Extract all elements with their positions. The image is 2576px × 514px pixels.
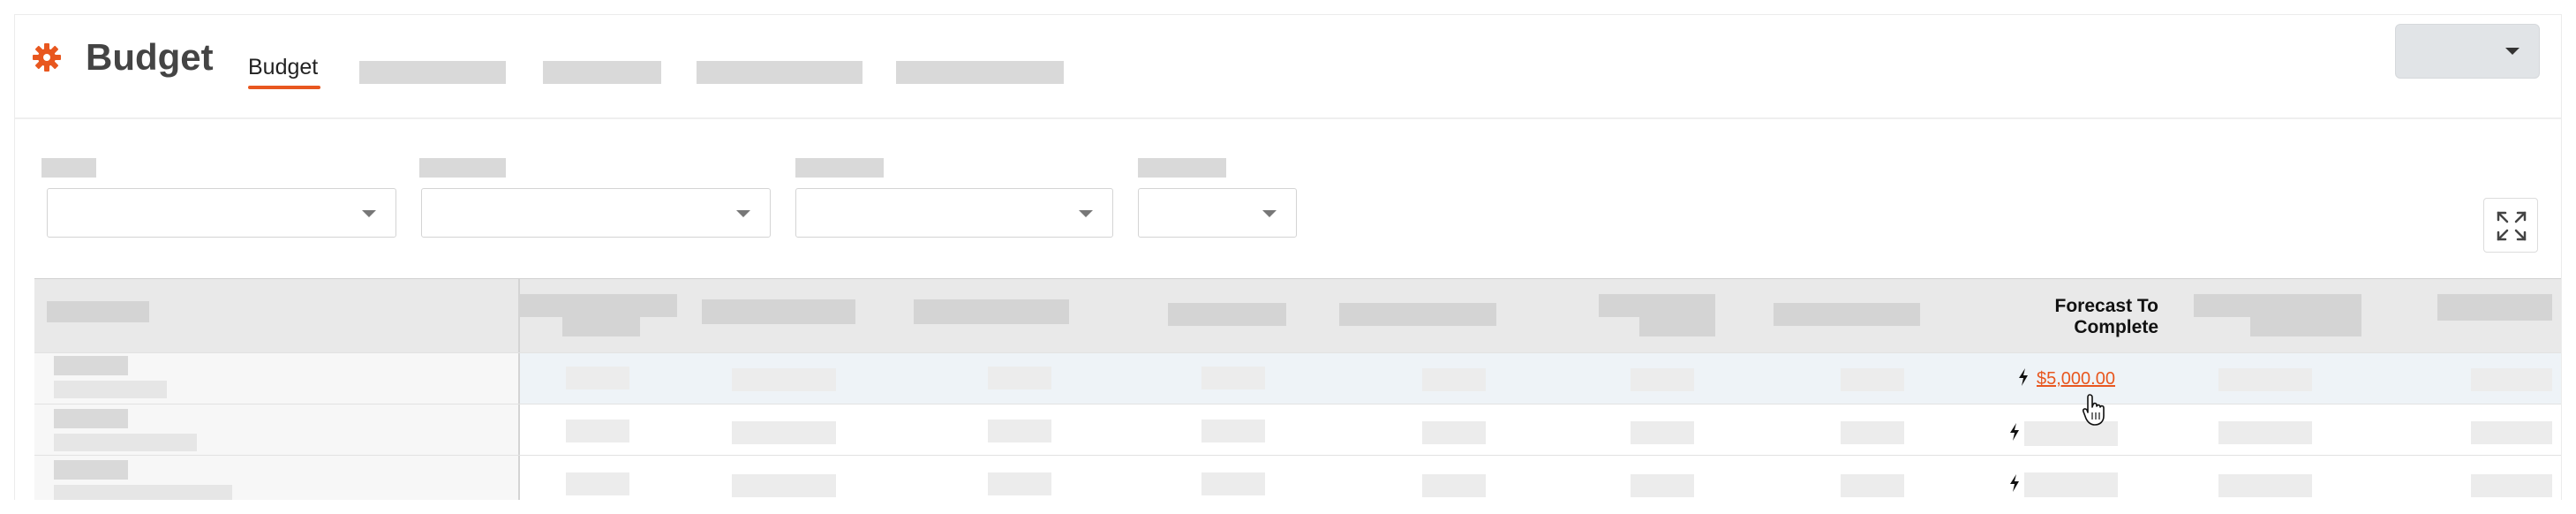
cell-value <box>732 421 836 444</box>
page-title: Budget <box>86 36 214 78</box>
lightning-bolt-icon <box>2010 474 2019 492</box>
filter-label-2 <box>419 158 506 178</box>
column-header-name[interactable] <box>47 301 149 322</box>
chevron-down-icon <box>362 210 376 217</box>
cell-value <box>1841 474 1904 497</box>
filter-select-4[interactable] <box>1138 188 1297 238</box>
filter-label-4 <box>1138 158 1226 178</box>
row-name-text <box>54 460 128 480</box>
column-header-1[interactable] <box>520 294 677 317</box>
cell-value <box>988 420 1051 442</box>
hand-pointer-cursor-icon <box>2083 394 2105 426</box>
cell-value <box>1631 368 1694 391</box>
row-subtext <box>54 434 197 451</box>
forecast-value-link[interactable]: $5,000.00 <box>2037 368 2115 389</box>
cell-value <box>732 474 836 497</box>
cell-value <box>1201 420 1265 442</box>
cell-value <box>2471 421 2552 444</box>
actions-dropdown-button[interactable] <box>2395 24 2540 79</box>
cell-value <box>1422 421 1486 444</box>
gear-icon <box>33 43 61 72</box>
cell-value <box>1841 368 1904 391</box>
cell-value <box>988 367 1051 389</box>
chevron-down-icon <box>1262 210 1277 217</box>
column-header-1b <box>562 317 640 336</box>
tab-placeholder-5[interactable] <box>896 61 1064 84</box>
cell-value <box>2218 474 2312 497</box>
cell-value <box>2218 368 2312 391</box>
tab-placeholder-3[interactable] <box>543 61 661 84</box>
cell-value <box>1631 421 1694 444</box>
column-header-3[interactable] <box>914 299 1069 324</box>
column-header-9[interactable] <box>2194 294 2361 317</box>
column-header-6b <box>1639 317 1715 336</box>
column-header-7[interactable] <box>1774 303 1920 326</box>
cell-value <box>1201 472 1265 495</box>
column-header-10[interactable] <box>2437 294 2552 321</box>
column-header-9b <box>2250 317 2361 336</box>
row-name-text <box>54 356 128 375</box>
cell-value <box>566 367 629 389</box>
cell-value <box>1422 368 1486 391</box>
cell-value <box>2471 474 2552 497</box>
cell-value <box>732 368 836 391</box>
column-header-forecast-to-complete[interactable]: Forecast To Complete <box>1985 296 2158 338</box>
row-name-text <box>54 409 128 428</box>
lightning-bolt-icon <box>2010 423 2019 441</box>
table-row[interactable] <box>34 404 2561 456</box>
cell-value <box>1841 421 1904 444</box>
filter-label-1 <box>41 158 96 178</box>
tab-placeholder-4[interactable] <box>697 61 862 84</box>
cell-value <box>566 420 629 442</box>
filter-label-3 <box>795 158 884 178</box>
cell-value <box>1631 474 1694 497</box>
filter-select-3[interactable] <box>795 188 1113 238</box>
table-row[interactable] <box>34 352 2561 404</box>
cell-value <box>1201 367 1265 389</box>
tab-placeholder-2[interactable] <box>359 61 506 84</box>
expand-icon <box>2497 211 2527 241</box>
column-header-4[interactable] <box>1168 303 1286 326</box>
column-header-6[interactable] <box>1599 294 1715 317</box>
cell-value <box>988 472 1051 495</box>
cell-value <box>2024 472 2118 497</box>
tab-budget[interactable]: Budget <box>248 54 318 80</box>
chevron-down-icon <box>2505 48 2520 55</box>
table-row[interactable] <box>34 455 2561 500</box>
fullscreen-button[interactable] <box>2483 198 2538 253</box>
filter-select-1[interactable] <box>47 188 396 238</box>
cell-value <box>1422 474 1486 497</box>
active-tab-indicator <box>248 86 320 89</box>
table-header <box>34 278 2561 353</box>
row-subtext <box>54 381 167 398</box>
filter-select-2[interactable] <box>421 188 771 238</box>
column-header-5[interactable] <box>1339 303 1496 326</box>
lightning-bolt-icon <box>2019 368 2028 386</box>
header-divider <box>15 117 2561 119</box>
budget-page: Budget Budget Forecast To Complete $5,00… <box>14 14 2562 500</box>
cell-value <box>566 472 629 495</box>
chevron-down-icon <box>736 210 750 217</box>
cell-value <box>2471 368 2552 391</box>
chevron-down-icon <box>1079 210 1093 217</box>
row-subtext <box>54 485 232 500</box>
column-header-2[interactable] <box>702 299 855 324</box>
cell-value <box>2218 421 2312 444</box>
